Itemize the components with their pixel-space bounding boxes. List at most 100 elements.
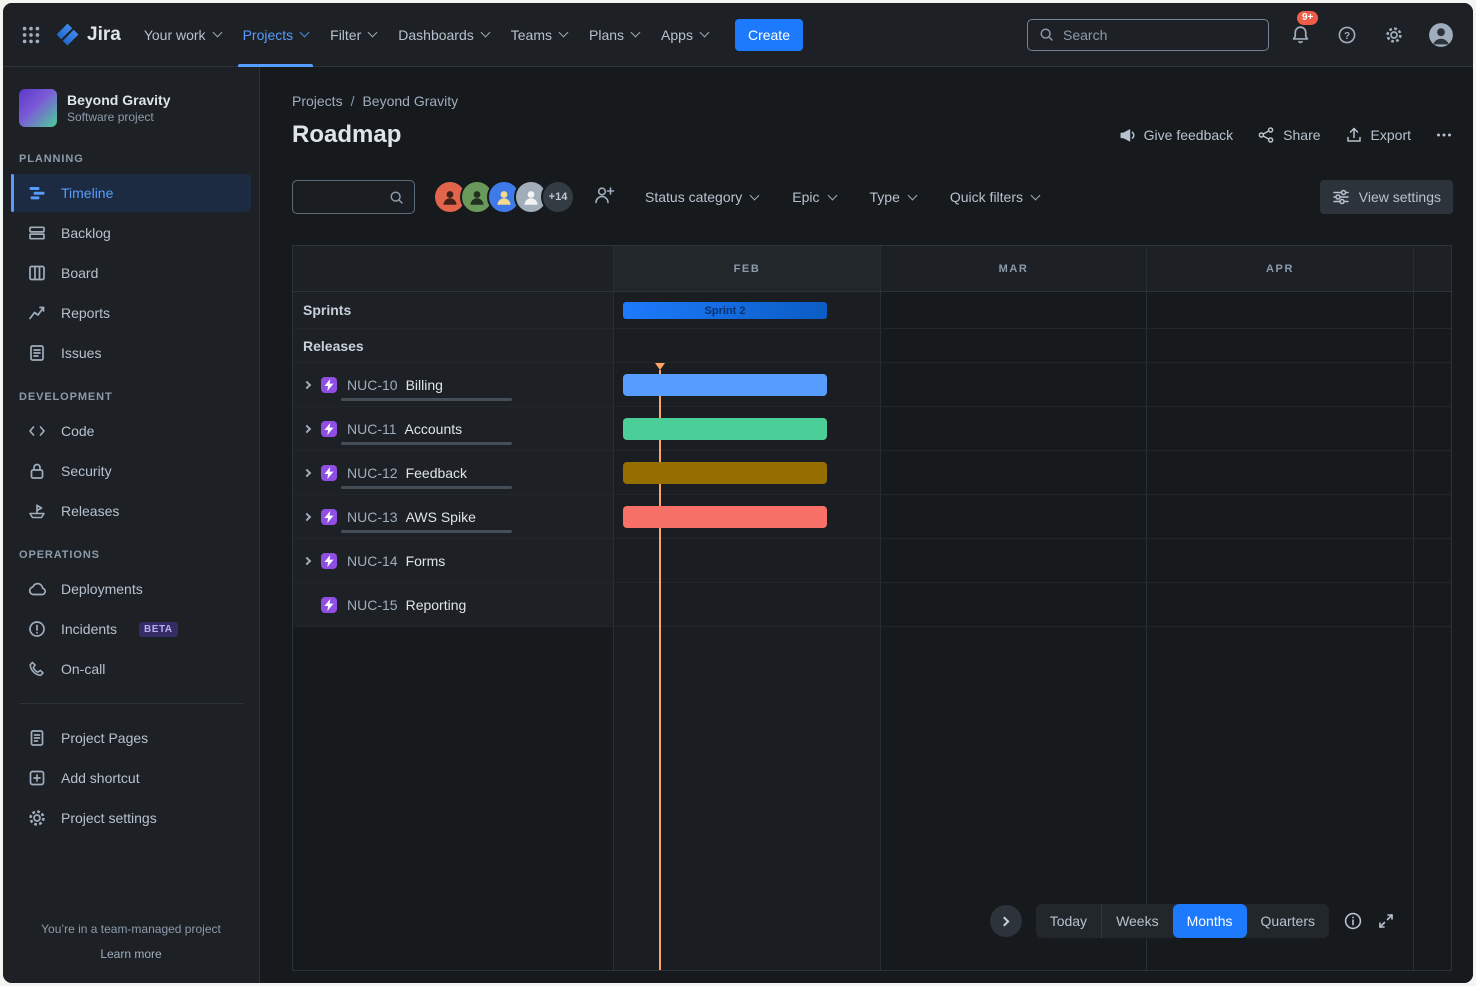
more-icon: [1435, 126, 1453, 144]
nav-filter[interactable]: Filter: [319, 3, 387, 67]
filter-label: Epic: [792, 189, 819, 205]
nav-plans[interactable]: Plans: [578, 3, 650, 67]
epic-row-nuc-13[interactable]: NUC-13 AWS Spike: [293, 495, 1451, 539]
more-actions-button[interactable]: [1435, 126, 1453, 144]
give-feedback-button[interactable]: Give feedback: [1118, 126, 1234, 144]
epic-progress-track: [341, 398, 512, 401]
expand-chevron-icon[interactable]: [299, 552, 317, 570]
expand-chevron-icon[interactable]: [299, 464, 317, 482]
zoom-unit-group: Today Weeks Months Quarters: [1036, 904, 1329, 938]
sidebar-item-project-settings[interactable]: Project settings: [11, 799, 251, 837]
beta-badge: BETA: [139, 622, 177, 637]
nav-teams[interactable]: Teams: [500, 3, 578, 67]
epic-progress-track: [341, 442, 512, 445]
sprints-label: Sprints: [293, 302, 351, 318]
project-avatar: [19, 89, 57, 127]
profile-button[interactable]: [1425, 19, 1457, 51]
releases-row: Releases: [293, 329, 1451, 363]
sidebar-item-incidents[interactable]: Incidents BETA: [11, 610, 251, 648]
learn-more-link[interactable]: Learn more: [19, 947, 243, 961]
chevron-down-icon: [300, 28, 310, 38]
timeline-cell-partial: [1413, 363, 1451, 406]
timeline-panel: FEB MAR APR Sprints Sprint 2: [292, 245, 1452, 971]
sidebar-item-project-pages[interactable]: Project Pages: [11, 719, 251, 757]
app-body: Beyond Gravity Software project PLANNING…: [3, 67, 1473, 983]
sidebar-item-releases[interactable]: Releases: [11, 492, 251, 530]
breadcrumb-projects[interactable]: Projects: [292, 93, 343, 109]
sidebar-item-deployments[interactable]: Deployments: [11, 570, 251, 608]
search-icon: [1038, 26, 1055, 43]
breadcrumb: Projects Beyond Gravity: [292, 93, 1473, 109]
notifications-button[interactable]: 9+: [1284, 19, 1316, 51]
chevron-down-icon: [368, 28, 378, 38]
gear-icon: [27, 808, 47, 828]
project-sidebar: Beyond Gravity Software project PLANNING…: [3, 67, 260, 983]
epic-row-names: NUC-12 Feedback: [293, 451, 613, 494]
chevron-right-icon: [1000, 916, 1010, 926]
sidebar-item-security[interactable]: Security: [11, 452, 251, 490]
create-button[interactable]: Create: [735, 19, 803, 51]
nav-dashboards[interactable]: Dashboards: [387, 3, 500, 67]
filter-status-category[interactable]: Status category: [645, 189, 758, 205]
export-label: Export: [1371, 127, 1411, 143]
epic-schedule-bar[interactable]: [623, 418, 827, 440]
epic-row-nuc-14[interactable]: NUC-14 Forms: [293, 539, 1451, 583]
today-button[interactable]: Today: [1036, 904, 1102, 938]
nav-your-work[interactable]: Your work: [133, 3, 232, 67]
epic-schedule-bar[interactable]: [623, 462, 827, 484]
epic-schedule-bar[interactable]: [623, 506, 827, 528]
expand-chevron-icon[interactable]: [299, 420, 317, 438]
timeline-search[interactable]: [292, 180, 415, 214]
filter-epic[interactable]: Epic: [792, 189, 835, 205]
unit-months-button[interactable]: Months: [1173, 904, 1247, 938]
scroll-right-button[interactable]: [990, 905, 1022, 937]
view-settings-button[interactable]: View settings: [1320, 180, 1453, 214]
filter-quick-filters[interactable]: Quick filters: [950, 189, 1039, 205]
sprint-bar[interactable]: Sprint 2: [623, 302, 827, 319]
unit-quarters-button[interactable]: Quarters: [1247, 904, 1329, 938]
global-search-input[interactable]: [1063, 27, 1258, 43]
nav-apps[interactable]: Apps: [650, 3, 719, 67]
fullscreen-button[interactable]: [1377, 912, 1395, 930]
sidebar-item-label: Reports: [61, 305, 110, 321]
sidebar-item-on-call[interactable]: On-call: [11, 650, 251, 688]
timeline-cell-partial: [1413, 451, 1451, 494]
sidebar-item-reports[interactable]: Reports: [11, 294, 251, 332]
epic-key: NUC-12: [347, 465, 398, 481]
timeline-cell-feb: [613, 539, 880, 582]
add-people-button[interactable]: [593, 184, 615, 211]
settings-button[interactable]: [1378, 19, 1410, 51]
epic-name: Reporting: [406, 597, 467, 613]
chevron-down-icon: [631, 28, 641, 38]
epic-row-nuc-15[interactable]: NUC-15 Reporting: [293, 583, 1451, 627]
epic-row-nuc-10[interactable]: NUC-10 Billing: [293, 363, 1451, 407]
sidebar-item-code[interactable]: Code: [11, 412, 251, 450]
sidebar-item-issues[interactable]: Issues: [11, 334, 251, 372]
sidebar-item-board[interactable]: Board: [11, 254, 251, 292]
timeline-cell-partial: [1413, 583, 1451, 626]
filter-type[interactable]: Type: [870, 189, 916, 205]
sidebar-item-backlog[interactable]: Backlog: [11, 214, 251, 252]
export-button[interactable]: Export: [1345, 126, 1411, 144]
breadcrumb-project-name[interactable]: Beyond Gravity: [362, 93, 458, 109]
timeline-info-button[interactable]: [1343, 911, 1363, 931]
sidebar-item-add-shortcut[interactable]: Add shortcut: [11, 759, 251, 797]
nav-projects[interactable]: Projects: [232, 3, 320, 67]
unit-weeks-button[interactable]: Weeks: [1102, 904, 1173, 938]
timeline-cell-partial: [1413, 495, 1451, 538]
epic-schedule-bar[interactable]: [623, 374, 827, 396]
app-switcher-button[interactable]: [15, 19, 47, 51]
avatar-overflow-count[interactable]: +14: [541, 180, 575, 214]
share-button[interactable]: Share: [1257, 126, 1320, 144]
help-button[interactable]: ?: [1331, 19, 1363, 51]
epic-row-nuc-11[interactable]: NUC-11 Accounts: [293, 407, 1451, 451]
expand-chevron-icon[interactable]: [299, 508, 317, 526]
global-search[interactable]: [1027, 19, 1269, 51]
add-shortcut-icon: [27, 768, 47, 788]
expand-chevron-icon[interactable]: [299, 376, 317, 394]
timeline-search-input[interactable]: [302, 189, 388, 205]
backlog-icon: [27, 223, 47, 243]
jira-logo[interactable]: Jira: [55, 22, 121, 47]
epic-row-nuc-12[interactable]: NUC-12 Feedback: [293, 451, 1451, 495]
sidebar-item-timeline[interactable]: Timeline: [11, 174, 251, 212]
